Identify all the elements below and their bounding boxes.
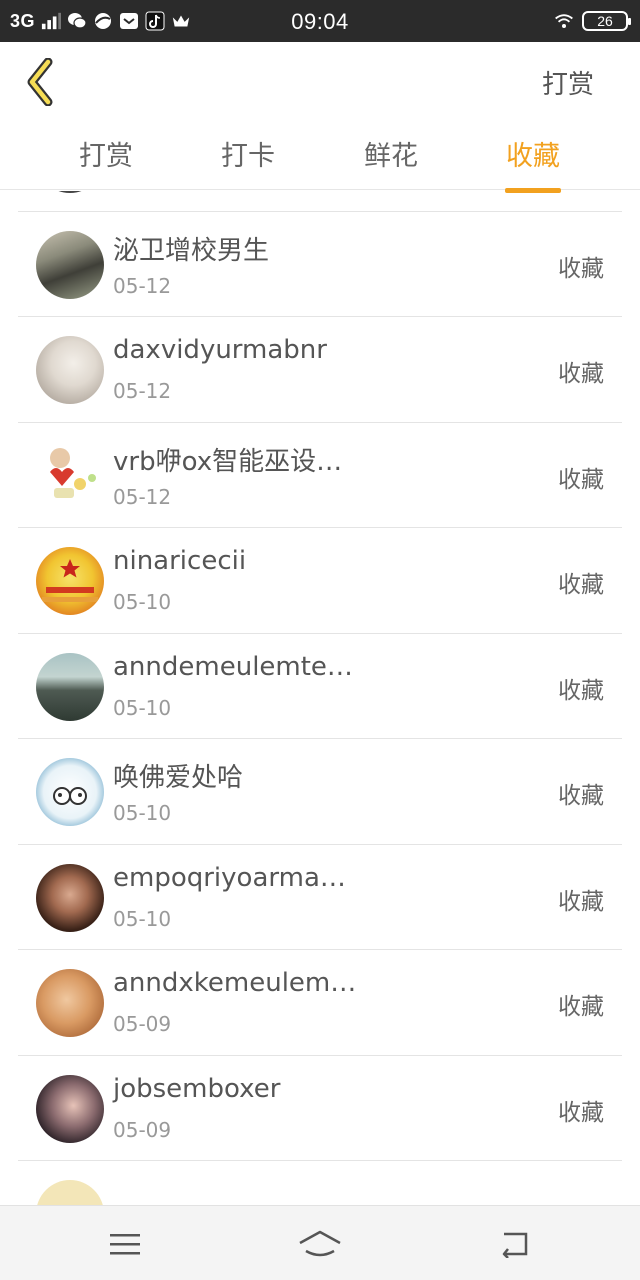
list-item[interactable]: daxvidyurmabnr 05-12 收藏 bbox=[18, 317, 622, 423]
clock: 09:04 bbox=[291, 9, 349, 34]
tab-reward[interactable]: 打赏 bbox=[46, 134, 166, 190]
item-date: 05-12 bbox=[113, 379, 172, 403]
list-item[interactable]: vrb咿ox智能巫设… 05-12 收藏 bbox=[18, 423, 622, 528]
back-nav-button[interactable] bbox=[493, 1226, 537, 1262]
back-icon bbox=[502, 1232, 528, 1258]
avatar bbox=[36, 1074, 104, 1143]
avatar bbox=[36, 969, 104, 1037]
status-bar-right: 26 bbox=[554, 10, 631, 32]
item-action-label: 收藏 bbox=[558, 572, 604, 598]
user-name: 泌卫增校男生 bbox=[113, 235, 270, 266]
user-name: empoqriyoarma… bbox=[113, 862, 346, 893]
avatar bbox=[36, 652, 104, 721]
top-bar: 打赏 bbox=[0, 42, 640, 122]
item-action-label: 收藏 bbox=[558, 361, 604, 387]
item-date: 05-10 bbox=[113, 801, 172, 825]
avatar bbox=[36, 336, 104, 404]
item-action-label: 收藏 bbox=[558, 783, 604, 809]
favorites-list[interactable]: 05-12 泌卫增校男生 05-12 收藏 daxvidyurmabnr 05-… bbox=[0, 191, 640, 1205]
item-date: 05-09 bbox=[113, 1012, 172, 1036]
reward-button[interactable]: 打赏 bbox=[542, 64, 594, 101]
item-action-label: 收藏 bbox=[558, 994, 604, 1020]
item-date: 05-12 bbox=[113, 191, 171, 192]
home-button[interactable] bbox=[298, 1226, 342, 1262]
wifi-icon bbox=[554, 11, 574, 31]
user-name: ninaricecii bbox=[113, 546, 247, 576]
list-item[interactable]: empoqriyoarma… 05-10 收藏 bbox=[18, 845, 622, 950]
user-name: vrb咿ox智能巫设… bbox=[113, 446, 343, 477]
home-icon bbox=[299, 1230, 341, 1257]
tab-checkin[interactable]: 打卡 bbox=[188, 134, 308, 190]
back-button[interactable] bbox=[16, 52, 66, 112]
avatar bbox=[36, 230, 104, 299]
list-item[interactable]: 泌卫增校男生 05-12 收藏 bbox=[18, 212, 622, 317]
status-bar: 3G 09:04 26 bbox=[0, 0, 640, 42]
user-name: 唤佛爱处哈 bbox=[113, 763, 244, 793]
avatar bbox=[36, 1180, 104, 1205]
user-name: jobsemboxer bbox=[113, 1073, 281, 1104]
avatar bbox=[36, 758, 104, 826]
favorites-list-content: 05-12 泌卫增校男生 05-12 收藏 daxvidyurmabnr 05-… bbox=[18, 191, 622, 1205]
item-date: 05-12 bbox=[113, 484, 172, 509]
list-item[interactable]: anndxkemeulem… 05-09 收藏 bbox=[18, 950, 622, 1056]
avatar bbox=[36, 863, 104, 932]
item-action-label: 收藏 bbox=[558, 677, 604, 704]
tab-bar: 打赏 打卡 鲜花 收藏 bbox=[0, 122, 640, 193]
user-name: anndemeulemte… bbox=[113, 651, 353, 682]
system-nav-bar bbox=[0, 1205, 640, 1280]
item-action-label: 收藏 bbox=[558, 466, 604, 493]
item-action-label: 收藏 bbox=[558, 255, 604, 282]
avatar bbox=[36, 547, 104, 615]
list-item[interactable]: 05-12 bbox=[18, 191, 622, 212]
chevron-left-icon bbox=[27, 58, 53, 106]
avatar bbox=[36, 191, 104, 193]
user-name: anndxkemeulem… bbox=[113, 968, 357, 998]
item-date: 05-12 bbox=[113, 273, 172, 298]
item-date: 05-09 bbox=[113, 1117, 172, 1142]
list-item[interactable]: 唤佛爱处哈 05-10 收藏 bbox=[18, 739, 622, 845]
item-date: 05-10 bbox=[113, 590, 172, 614]
tab-favorites[interactable]: 收藏 bbox=[473, 134, 593, 193]
item-date: 05-10 bbox=[113, 906, 172, 931]
item-date: 05-10 bbox=[113, 695, 172, 720]
user-name: daxvidyurmabnr bbox=[113, 335, 327, 365]
menu-button[interactable] bbox=[103, 1226, 147, 1262]
item-action-label: 收藏 bbox=[558, 1099, 604, 1126]
list-item[interactable]: ninaricecii 05-10 收藏 bbox=[18, 528, 622, 634]
tab-flowers[interactable]: 鲜花 bbox=[331, 134, 451, 190]
battery-level: 26 bbox=[597, 13, 613, 29]
avatar bbox=[36, 441, 104, 510]
menu-icon bbox=[110, 1234, 140, 1255]
list-item[interactable]: jobsemboxer 05-09 收藏 bbox=[18, 1056, 622, 1161]
item-action-label: 收藏 bbox=[558, 888, 604, 915]
battery-indicator: 26 bbox=[582, 11, 631, 31]
list-item[interactable]: anndemeulemte… 05-10 收藏 bbox=[18, 634, 622, 739]
list-item[interactable] bbox=[18, 1161, 622, 1205]
